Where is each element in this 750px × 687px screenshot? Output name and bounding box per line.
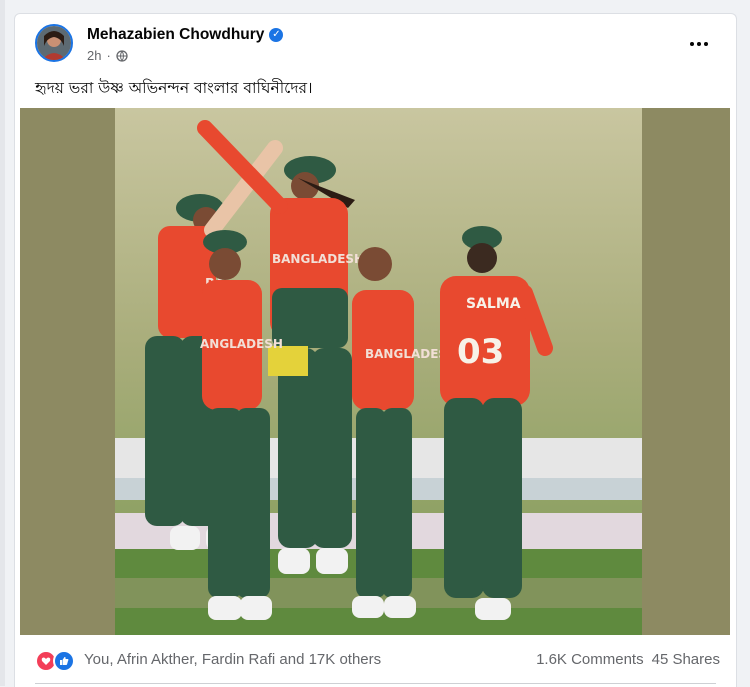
post-time[interactable]: 2h [87, 48, 101, 63]
post-caption: হৃদয় ভরা উষ্ণ অভিনন্দন বাংলার বাঘিনীদের… [35, 79, 313, 97]
comments-count[interactable]: 1.6K Comments [536, 651, 644, 668]
post-photo[interactable]: BA BANGLADESH [20, 108, 730, 635]
jersey-number: 03 [457, 332, 504, 372]
globe-icon[interactable] [116, 49, 128, 62]
divider [35, 683, 716, 684]
engagement-bar: You, Afrin Akther, Fardin Rafi and 17K o… [15, 635, 736, 687]
author-name-link[interactable]: Mehazabien Chowdhury ✓ [87, 26, 284, 44]
post-card: Mehazabien Chowdhury ✓ 2h · হৃদয় ভরা উষ… [14, 13, 737, 687]
avatar-image [37, 26, 71, 60]
reactions-summary[interactable]: You, Afrin Akther, Fardin Rafi and 17K o… [84, 651, 381, 668]
team-celebration-image: BA BANGLADESH [20, 108, 730, 635]
jersey-text: ANGLADESH [200, 337, 283, 351]
verified-badge-icon: ✓ [269, 28, 284, 42]
jersey-text: BANGLADESH [272, 252, 364, 266]
reaction-icons[interactable] [35, 650, 75, 672]
left-edge-divider [0, 0, 5, 686]
like-reaction-icon [53, 650, 75, 672]
author-avatar[interactable] [35, 24, 73, 62]
post-meta: 2h · [87, 48, 128, 63]
post-stats: 1.6K Comments 45 Shares [536, 651, 720, 668]
jersey-text: SALMA [466, 296, 521, 312]
shares-count[interactable]: 45 Shares [652, 651, 720, 668]
more-options-icon[interactable] [679, 32, 719, 56]
jersey-text: BANGLADES [365, 347, 447, 361]
author-name: Mehazabien Chowdhury [87, 26, 265, 43]
post-header: Mehazabien Chowdhury ✓ 2h · [15, 14, 736, 74]
